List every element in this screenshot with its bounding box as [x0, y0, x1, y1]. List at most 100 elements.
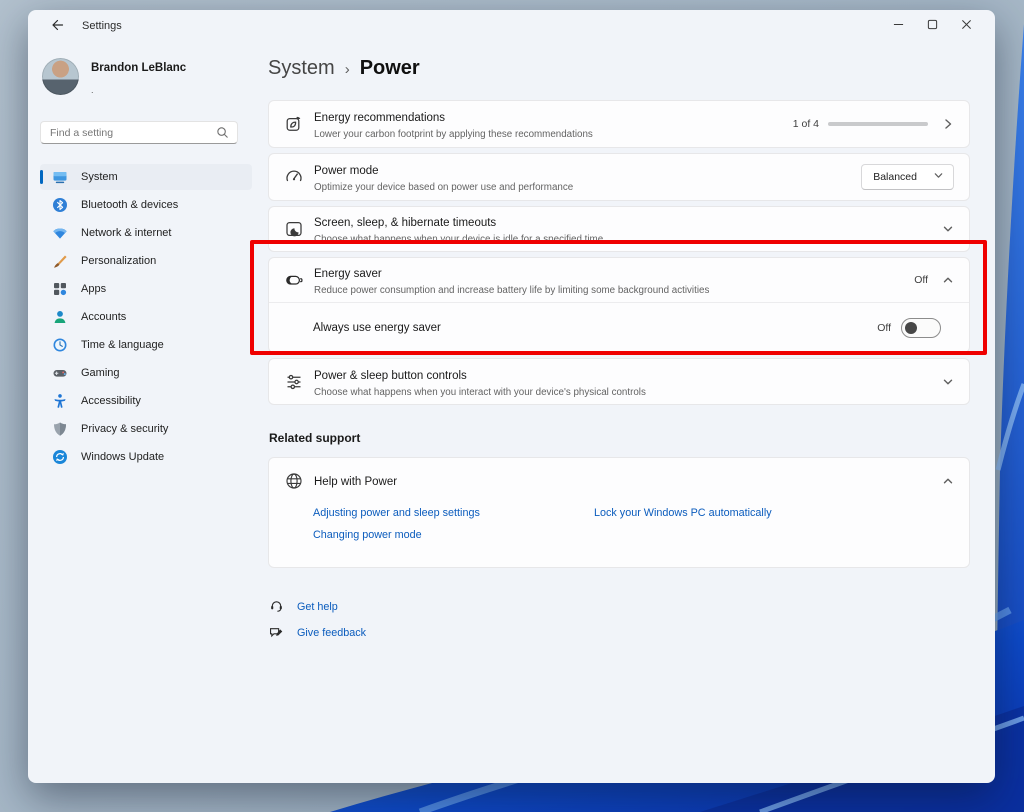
get-help-link[interactable]: Get help	[268, 598, 970, 615]
power-mode-card: Power mode Optimize your device based on…	[268, 153, 970, 201]
breadcrumb-separator: ›	[344, 61, 350, 78]
chevron-up-icon	[942, 475, 954, 487]
close-icon	[961, 18, 972, 33]
related-support-heading: Related support	[269, 431, 361, 445]
help-with-power-card: Help with Power Adjusting power and slee…	[268, 457, 970, 568]
sidebar-item-label: Windows Update	[81, 451, 165, 463]
give-feedback-label: Give feedback	[297, 626, 367, 639]
card-subtitle: Choose what happens when you interact wi…	[314, 386, 646, 398]
sidebar-item-label: Network & internet	[81, 227, 172, 239]
card-title: Power mode	[314, 165, 379, 177]
user-profile[interactable]: Brandon LeBlanc .	[42, 58, 268, 95]
sidebar-item-apps[interactable]: Apps	[40, 276, 252, 302]
profile-name: Brandon LeBlanc	[91, 61, 187, 74]
system-icon	[52, 169, 68, 185]
energy-saver-header[interactable]: Energy saver Reduce power consumption an…	[269, 258, 969, 302]
sidebar-item-label: Apps	[81, 283, 107, 295]
windows-update-icon	[52, 449, 68, 465]
accessibility-icon	[52, 393, 68, 409]
apps-icon	[52, 281, 68, 297]
sidebar-item-accounts[interactable]: Accounts	[40, 304, 252, 330]
accounts-icon	[52, 309, 68, 325]
titlebar: Settings	[28, 10, 995, 42]
sidebar-item-label: Gaming	[81, 367, 120, 379]
power-sleep-controls-icon	[284, 372, 304, 392]
sidebar-item-label: Time & language	[81, 339, 164, 351]
back-arrow-icon	[50, 18, 64, 35]
close-button[interactable]	[949, 12, 983, 38]
breadcrumb: System › Power	[268, 57, 970, 80]
sidebar-item-network-internet[interactable]: Network & internet	[40, 220, 252, 246]
sidebar: Brandon LeBlanc . System Bluetooth & dev…	[28, 42, 268, 783]
sidebar-item-personalization[interactable]: Personalization	[40, 248, 252, 274]
card-subtitle: Choose what happens when your device is …	[314, 234, 604, 245]
minimize-icon	[893, 18, 904, 33]
sidebar-item-bluetooth-devices[interactable]: Bluetooth & devices	[40, 192, 252, 218]
give-feedback-link[interactable]: Give feedback	[268, 624, 970, 641]
energy-saver-icon	[284, 270, 304, 290]
sidebar-item-label: Accessibility	[81, 395, 141, 407]
chevron-down-icon	[942, 376, 954, 388]
get-help-label: Get help	[297, 600, 338, 613]
power-mode-dropdown[interactable]: Balanced	[861, 164, 954, 190]
sidebar-item-accessibility[interactable]: Accessibility	[40, 388, 252, 414]
sidebar-item-time-language[interactable]: Time & language	[40, 332, 252, 358]
card-title: Help with Power	[314, 475, 398, 488]
screen-sleep-card[interactable]: Screen, sleep, & hibernate timeouts Choo…	[268, 206, 970, 252]
main-content: System › Power Energy recommendations Lo…	[268, 42, 970, 783]
help-link-lock-pc[interactable]: Lock your Windows PC automatically	[594, 507, 772, 519]
footer-links: Get help Give feedback	[268, 598, 970, 641]
network-icon	[52, 225, 68, 241]
bluetooth-icon	[52, 197, 68, 213]
chevron-right-icon	[942, 118, 954, 130]
sidebar-item-gaming[interactable]: Gaming	[40, 360, 252, 386]
always-use-energy-saver-toggle[interactable]	[901, 317, 941, 338]
sidebar-item-system[interactable]: System	[40, 164, 252, 190]
card-subtitle: Optimize your device based on power use …	[314, 182, 574, 193]
search-icon	[216, 126, 229, 139]
power-sleep-buttons-card[interactable]: Power & sleep button controls Choose wha…	[268, 358, 970, 405]
always-use-energy-saver-label: Always use energy saver	[313, 321, 441, 334]
gaming-icon	[52, 365, 68, 381]
screen-sleep-icon	[284, 219, 304, 239]
window-controls	[881, 12, 983, 38]
help-with-power-header[interactable]: Help with Power	[269, 458, 969, 503]
maximize-icon	[927, 18, 938, 33]
sidebar-item-windows-update[interactable]: Windows Update	[40, 444, 252, 470]
minimize-button[interactable]	[881, 12, 915, 38]
card-subtitle: Lower your carbon footprint by applying …	[314, 129, 593, 140]
card-subtitle: Reduce power consumption and increase ba…	[314, 285, 710, 296]
back-button[interactable]	[44, 15, 70, 37]
help-link-adjusting-power[interactable]: Adjusting power and sleep settings	[313, 507, 594, 519]
energy-saver-state: Off	[914, 274, 928, 286]
search-input[interactable]	[41, 126, 216, 139]
avatar	[42, 58, 79, 95]
card-title: Energy saver	[314, 268, 382, 280]
window-title: Settings	[82, 20, 122, 32]
time-language-icon	[52, 337, 68, 353]
maximize-button[interactable]	[915, 12, 949, 38]
chevron-up-icon	[942, 274, 954, 286]
power-mode-selected: Balanced	[873, 171, 917, 183]
progress-label: 1 of 4	[792, 118, 819, 130]
energy-saver-card: Energy saver Reduce power consumption an…	[268, 257, 970, 353]
page-title: Power	[359, 57, 420, 79]
toggle-knob	[905, 321, 917, 334]
breadcrumb-parent[interactable]: System	[268, 57, 335, 80]
sidebar-nav: System Bluetooth & devices Network & int…	[40, 164, 268, 470]
toggle-state-label: Off	[877, 321, 891, 334]
help-link-changing-power-mode[interactable]: Changing power mode	[313, 529, 594, 541]
profile-secondary: .	[91, 84, 94, 95]
sidebar-item-label: Personalization	[81, 255, 157, 267]
help-links: Adjusting power and sleep settings Lock …	[269, 503, 969, 567]
energy-recommendations-icon	[284, 114, 304, 134]
energy-recommendations-card[interactable]: Energy recommendations Lower your carbon…	[268, 100, 970, 148]
card-title: Energy recommendations	[314, 112, 446, 124]
personalization-icon	[52, 253, 68, 269]
card-title: Power & sleep button controls	[314, 369, 467, 382]
sidebar-item-label: Privacy & security	[81, 423, 169, 435]
sidebar-item-privacy-security[interactable]: Privacy & security	[40, 416, 252, 442]
always-use-energy-saver-row: Always use energy saver Off	[269, 303, 969, 352]
privacy-icon	[52, 421, 68, 437]
sidebar-item-label: Accounts	[81, 311, 127, 323]
